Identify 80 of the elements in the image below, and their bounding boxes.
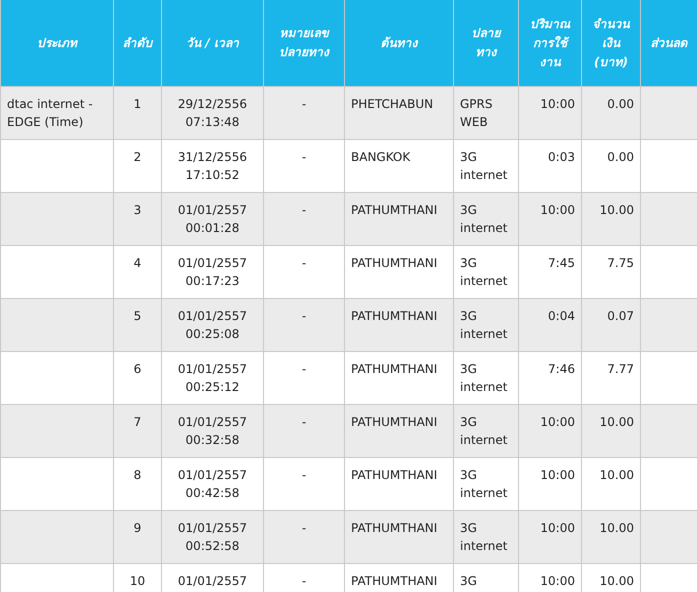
table-cell: dtac internet - EDGE (Time) [7,97,93,129]
table-cell: - [302,309,306,323]
table-cell: PATHUMTHANI [351,309,438,323]
column-header: หมายเลข ปลายทาง [264,0,344,86]
table-cell: 0:03 [548,150,575,164]
table-cell: 10:00 [540,574,575,588]
table-cell: 01/01/2557 00:42:58 [178,468,248,500]
table-cell: 01/01/2557 [178,574,248,588]
table-cell: 10:00 [540,468,575,482]
table-cell: 8 [134,468,142,482]
table-cell: - [302,468,306,482]
table-cell: 3G internet [460,468,508,500]
table-cell: 10.00 [600,415,634,429]
column-header: ส่วนลด [640,0,697,86]
column-header: ปลาย ทาง [454,0,518,86]
table-cell: 3 [134,203,142,217]
table-cell: 6 [134,362,142,376]
table-cell: 5 [134,309,142,323]
table-cell: 10.00 [600,574,634,588]
table-cell: 10:00 [540,521,575,535]
table-cell: PATHUMTHANI [351,468,438,482]
table-cell: 1 [134,97,142,111]
table-cell: 01/01/2557 00:32:58 [178,415,248,447]
table-cell: 0:04 [548,309,575,323]
table-cell: PATHUMTHANI [351,362,438,376]
table-cell: 3G internet [460,150,508,182]
table-cell: 0.00 [607,150,634,164]
table-cell: - [302,150,306,164]
table-cell: 3G internet [460,362,508,394]
table-cell: GPRS WEB [460,97,492,129]
table-cell: PHETCHABUN [351,97,434,111]
table-cell: 0.00 [607,97,634,111]
table-cell: 10.00 [600,521,634,535]
table-cell: 0.07 [607,309,634,323]
table-cell: 01/01/2557 00:25:08 [178,309,248,341]
column-header: ลำดับ [114,0,162,86]
table-cell: 4 [134,256,142,270]
table-cell: 10 [130,574,146,588]
table-cell: 01/01/2557 00:25:12 [178,362,248,394]
table-cell: PATHUMTHANI [351,521,438,535]
table-cell: 01/01/2557 00:17:23 [178,256,248,288]
table-cell: 3G internet [460,415,508,447]
column-header: ต้นทาง [344,0,454,86]
table-cell: - [302,97,306,111]
table-cell: - [302,415,306,429]
table-cell: 10:00 [540,97,575,111]
table-cell: - [302,574,306,588]
table-cell: 29/12/2556 07:13:48 [178,97,248,129]
column-header: ประเภท [0,0,114,86]
table-cell: - [302,203,306,217]
table-cell: 7:46 [548,362,575,376]
table-cell: 10.00 [600,468,634,482]
table-cell: 01/01/2557 00:52:58 [178,521,248,553]
table-cell: 7 [134,415,142,429]
table-cell: 3G internet [460,203,508,235]
table-cell: 31/12/2556 17:10:52 [178,150,248,182]
table-cell: BANGKOK [351,150,410,164]
table-cell: 3G internet [460,521,508,553]
table-cell: 7.77 [607,362,634,376]
table-cell: 3G [460,574,477,588]
column-header: จำนวน เงิน (บาท) [582,0,640,86]
table-cell: 3G internet [460,309,508,341]
table-cell: 3G internet [460,256,508,288]
table-cell: PATHUMTHANI [351,574,438,588]
table-cell: - [302,256,306,270]
column-header: ปริมาณ การใช้ งาน [518,0,582,86]
table-cell: 2 [134,150,142,164]
table-cell: 10:00 [540,415,575,429]
column-header: วัน / เวลา [162,0,264,86]
table-cell: 9 [134,521,142,535]
table-cell: PATHUMTHANI [351,203,438,217]
table-cell: - [302,521,306,535]
table-cell: 7:45 [548,256,575,270]
table-cell: - [302,362,306,376]
table-cell: PATHUMTHANI [351,415,438,429]
table-cell: 01/01/2557 00:01:28 [178,203,248,235]
table-cell: 7.75 [607,256,634,270]
table-cell: 10:00 [540,203,575,217]
table-cell: 10.00 [600,203,634,217]
table-cell: PATHUMTHANI [351,256,438,270]
